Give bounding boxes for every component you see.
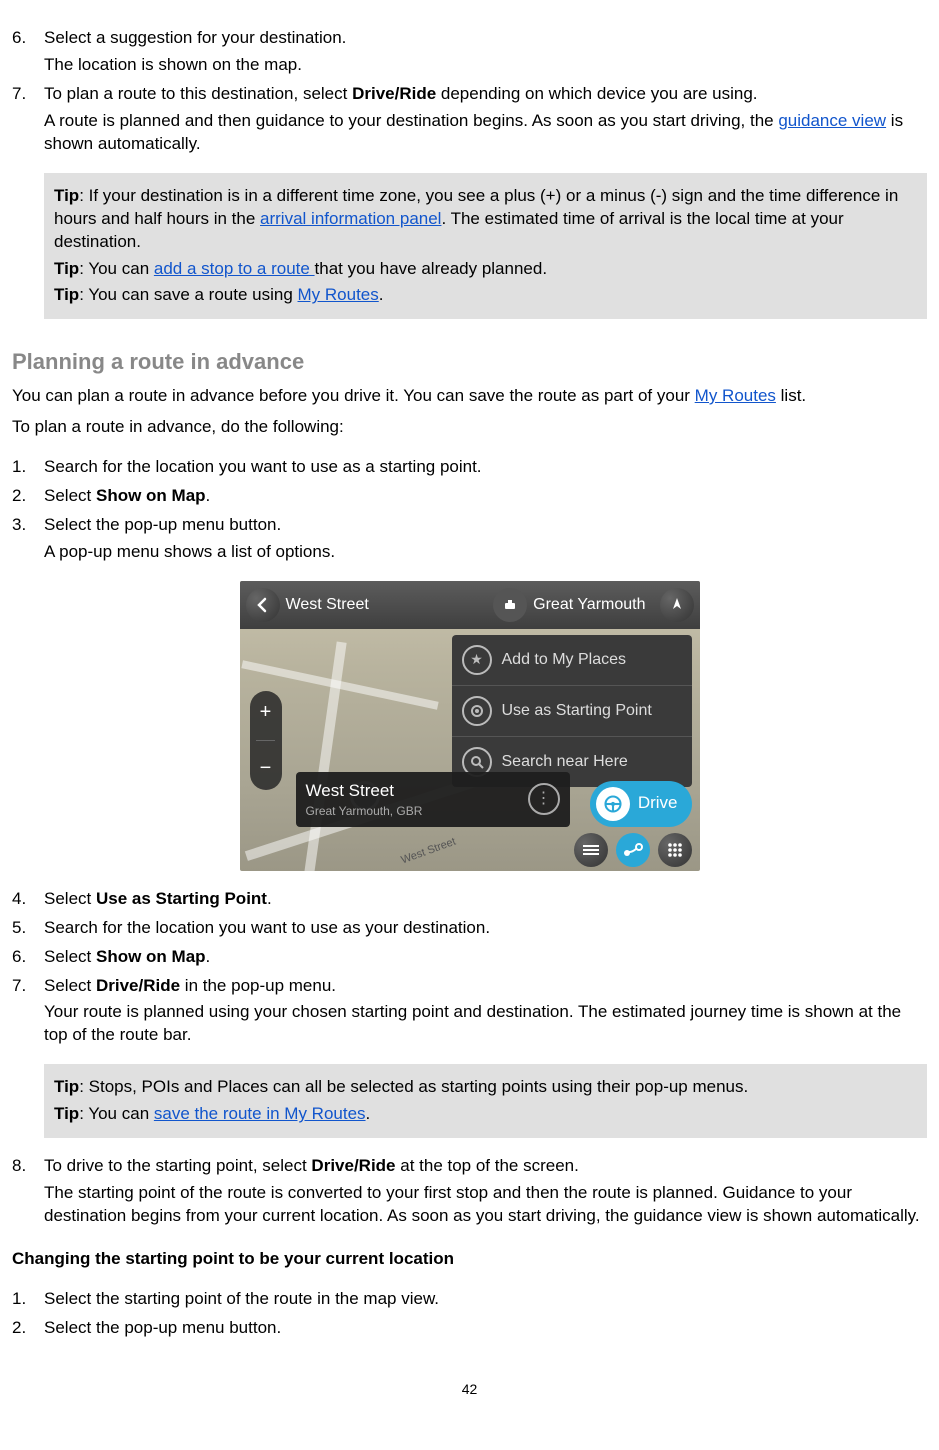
section-intro: You can plan a route in advance before y…: [12, 385, 927, 408]
step-list-b-top: 1. Search for the location you want to u…: [12, 456, 927, 564]
route-button[interactable]: [616, 833, 650, 867]
list-marker: 6.: [12, 27, 44, 50]
step-list-b-bottom: 8. To drive to the starting point, selec…: [12, 1155, 927, 1228]
step-list-c: 1. Select the starting point of the rout…: [12, 1288, 927, 1340]
list-marker: 1.: [12, 456, 44, 479]
device-topbar: West Street Great Yarmouth: [240, 581, 700, 629]
subsection-title: Changing the starting point to be your c…: [12, 1248, 927, 1271]
step-list-b-mid: 4. Select Use as Starting Point. 5. Sear…: [12, 888, 927, 1048]
step-subtext: Your route is planned using your chosen …: [44, 1001, 927, 1047]
list-marker: 3.: [12, 514, 44, 537]
page-number: 42: [12, 1380, 927, 1399]
add-stop-link[interactable]: add a stop to a route: [154, 259, 315, 278]
menu-add-to-places[interactable]: ★ Add to My Places: [452, 635, 692, 686]
step-text: Select the starting point of the route i…: [44, 1288, 927, 1311]
compass-button[interactable]: [660, 588, 694, 622]
step-text: Select Use as Starting Point.: [44, 888, 927, 911]
my-routes-link[interactable]: My Routes: [298, 285, 379, 304]
list-marker: 5.: [12, 917, 44, 940]
step-text: Select Show on Map.: [44, 946, 927, 969]
zoom-out-icon[interactable]: −: [260, 755, 272, 782]
apps-button[interactable]: [658, 833, 692, 867]
topbar-title-right: Great Yarmouth: [533, 594, 645, 616]
menu-button[interactable]: [574, 833, 608, 867]
step-subtext: The starting point of the route is conve…: [44, 1182, 927, 1228]
step-text: Select the pop-up menu button.: [44, 514, 927, 537]
list-marker: 8.: [12, 1155, 44, 1178]
step-text: Select a suggestion for your destination…: [44, 27, 927, 50]
section-title: Planning a route in advance: [12, 347, 927, 377]
tip-box: Tip: Stops, POIs and Places can all be s…: [44, 1064, 927, 1138]
drive-button[interactable]: Drive: [590, 781, 692, 827]
step-text: Select Drive/Ride in the pop-up menu.: [44, 975, 927, 998]
list-marker: 2.: [12, 1317, 44, 1340]
menu-use-as-starting-point[interactable]: Use as Starting Point: [452, 686, 692, 737]
list-marker: 7.: [12, 975, 44, 998]
section-lead: To plan a route in advance, do the follo…: [12, 416, 927, 439]
card-title: West Street: [306, 780, 520, 803]
step-list-a: 6. Select a suggestion for your destinat…: [12, 27, 927, 156]
steering-icon: [596, 787, 630, 821]
step-subtext: A route is planned and then guidance to …: [44, 110, 927, 156]
arrival-info-link[interactable]: arrival information panel: [260, 209, 441, 228]
list-marker: 6.: [12, 946, 44, 969]
zoom-control[interactable]: + −: [250, 691, 282, 790]
my-routes-section-link[interactable]: My Routes: [695, 386, 776, 405]
device-screenshot: West Street West Street Great Yarmouth +…: [240, 581, 700, 871]
save-route-link[interactable]: save the route in My Routes: [154, 1104, 366, 1123]
list-marker: 1.: [12, 1288, 44, 1311]
more-icon[interactable]: ⋮: [528, 783, 560, 815]
popup-menu: ★ Add to My Places Use as Starting Point…: [452, 635, 692, 787]
list-marker: 2.: [12, 485, 44, 508]
step-text: To drive to the starting point, select D…: [44, 1155, 927, 1178]
star-icon: ★: [462, 645, 492, 675]
step-subtext: The location is shown on the map.: [44, 54, 927, 77]
card-subtitle: Great Yarmouth, GBR: [306, 803, 520, 819]
list-marker: 7.: [12, 83, 44, 106]
step-text: To plan a route to this destination, sel…: [44, 83, 927, 106]
zoom-in-icon[interactable]: +: [260, 699, 272, 726]
flag-icon: [462, 696, 492, 726]
step-text: Search for the location you want to use …: [44, 456, 927, 479]
map-street-label: West Street: [399, 834, 458, 868]
step-text: Select Show on Map.: [44, 485, 927, 508]
topbar-title-left: West Street: [286, 594, 369, 616]
step-subtext: A pop-up menu shows a list of options.: [44, 541, 927, 564]
location-icon: [493, 588, 527, 622]
list-marker: 4.: [12, 888, 44, 911]
step-text: Search for the location you want to use …: [44, 917, 927, 940]
step-text: Select the pop-up menu button.: [44, 1317, 927, 1340]
back-button[interactable]: [246, 588, 280, 622]
guidance-view-link[interactable]: guidance view: [778, 111, 886, 130]
tip-box: Tip: If your destination is in a differe…: [44, 173, 927, 320]
location-card[interactable]: West Street Great Yarmouth, GBR ⋮: [296, 772, 570, 827]
